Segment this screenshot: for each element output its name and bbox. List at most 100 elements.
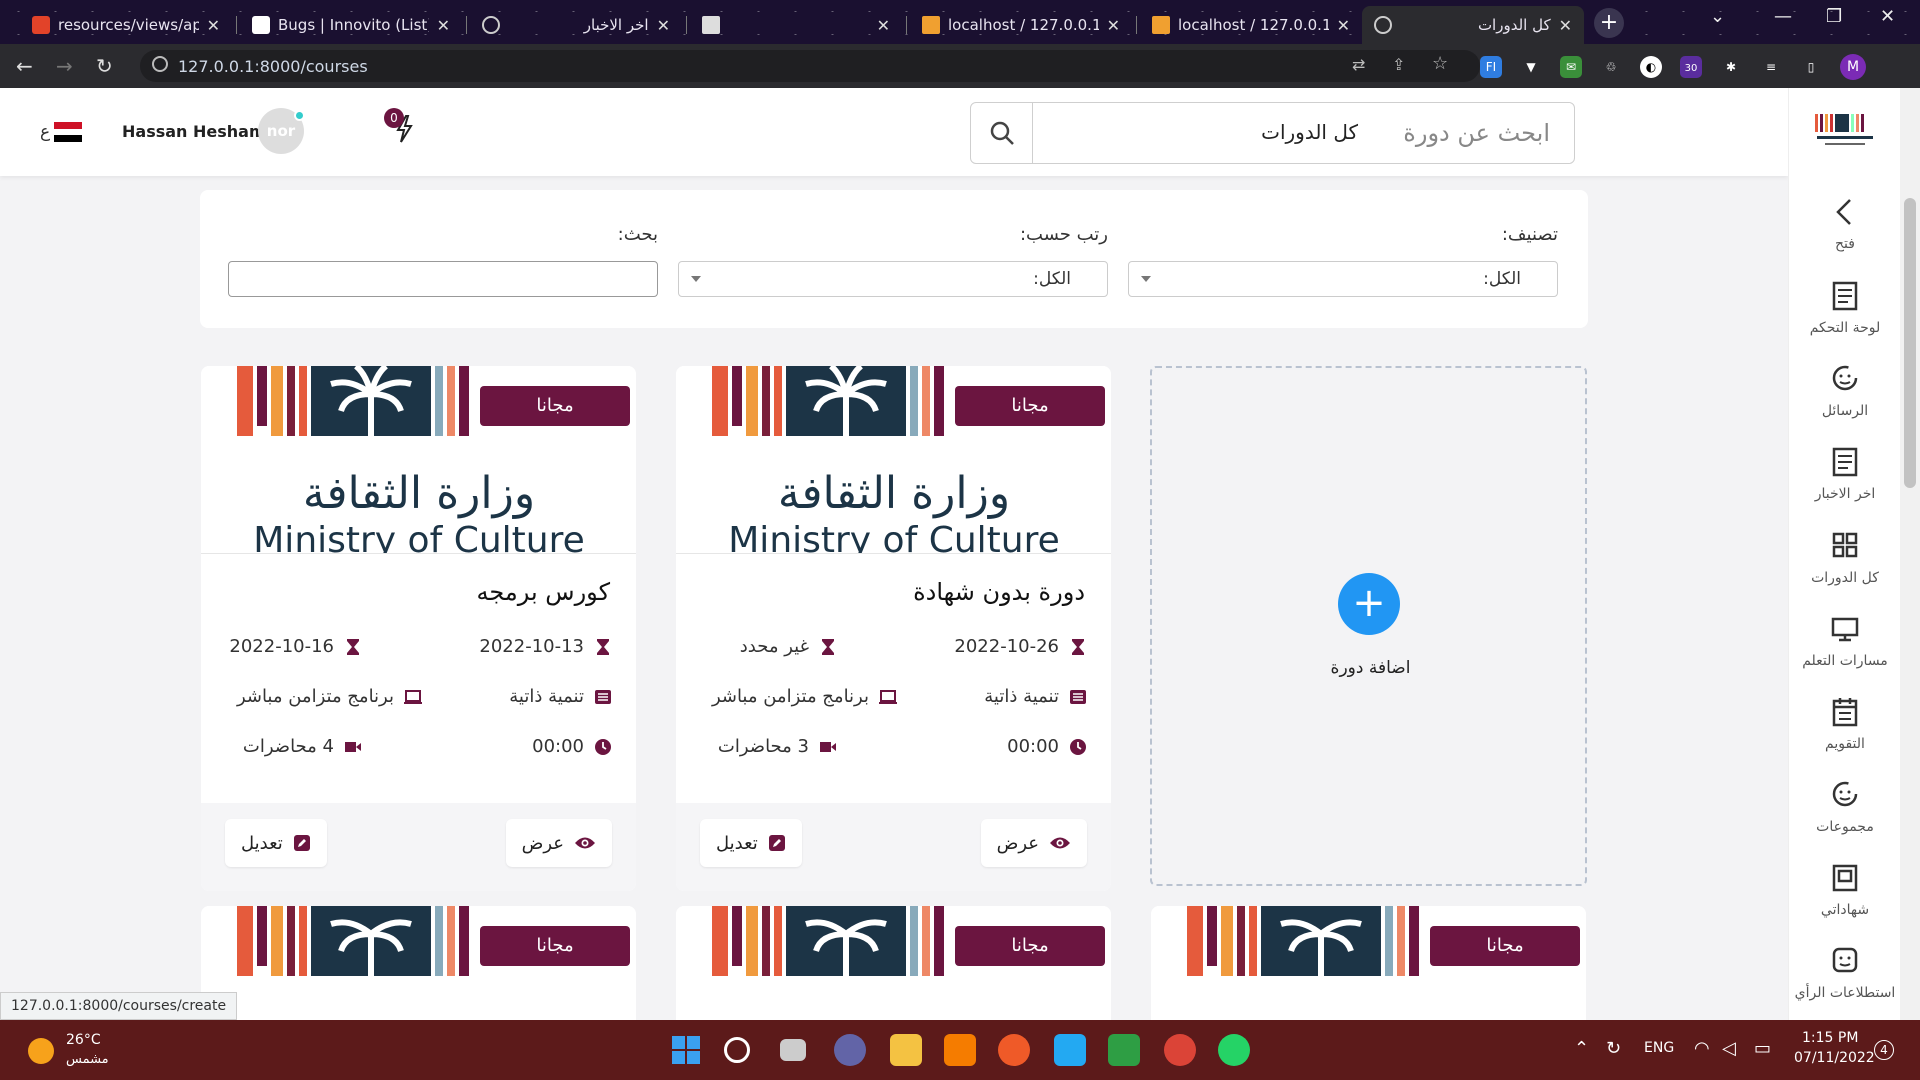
view-button[interactable]: عرض <box>505 819 612 867</box>
sidebar-item-all-courses[interactable]: كل الدورات <box>1789 530 1901 610</box>
file-explorer-icon[interactable] <box>890 1034 922 1066</box>
view-button[interactable]: عرض <box>980 819 1087 867</box>
add-course-button[interactable]: + <box>1338 573 1400 635</box>
tab-phpmyadmin-1[interactable]: localhost / 127.0.0.1 ✕ <box>910 6 1132 44</box>
new-tab-button[interactable]: + <box>1594 8 1624 38</box>
translate-icon[interactable]: ⇄ <box>1352 55 1365 74</box>
info-icon[interactable] <box>152 56 168 72</box>
start-windows-icon[interactable] <box>670 1034 702 1066</box>
course-title[interactable]: دورة بدون شهادة <box>913 578 1085 606</box>
sidebar-item-label: كل الدورات <box>1811 570 1879 586</box>
sidebar-item-label: لوحة التحكم <box>1809 320 1881 336</box>
url-text[interactable]: 127.0.0.1:8000/courses <box>178 57 368 76</box>
search-icon[interactable] <box>724 1037 750 1063</box>
tab-courses[interactable]: كل الدورات ✕ <box>1362 6 1584 44</box>
xampp-icon[interactable] <box>944 1034 976 1066</box>
close-icon[interactable]: ✕ <box>657 16 670 35</box>
vue-devtools-icon[interactable]: ▼ <box>1520 56 1542 78</box>
close-icon[interactable]: ✕ <box>207 16 220 35</box>
sidebar-item-surveys[interactable]: استطلاعات الرأي <box>1789 945 1901 1025</box>
forward-icon[interactable]: → <box>56 54 73 78</box>
tab-separator <box>1136 16 1137 34</box>
reading-list-icon[interactable]: ≡ <box>1760 56 1782 78</box>
tab-gitlab[interactable]: resources/views/app/ ✕ <box>20 6 232 44</box>
side-panel-icon[interactable]: ▯ <box>1800 56 1822 78</box>
task-view-icon[interactable] <box>780 1039 806 1061</box>
extension-icon[interactable]: ◐ <box>1640 56 1662 78</box>
course-card: وزارة الثقافة Ministry of Culture مجانا … <box>201 366 636 891</box>
sidebar-item-learning-paths[interactable]: مسارات التعلم <box>1789 613 1901 693</box>
sync-icon[interactable]: ↻ <box>1606 1038 1621 1059</box>
edit-button[interactable]: تعديل <box>225 819 327 867</box>
clock-icon <box>1070 738 1086 755</box>
chat-icon[interactable] <box>834 1034 866 1066</box>
sidebar-item-label: استطلاعات الرأي <box>1794 985 1896 1001</box>
tab-phpmyadmin-2[interactable]: localhost / 127.0.0.1 ✕ <box>1140 6 1362 44</box>
close-icon[interactable]: ✕ <box>1337 16 1350 35</box>
address-bar[interactable]: 127.0.0.1:8000/courses ⇄ ⇪ ☆ <box>140 50 1480 82</box>
search-button[interactable] <box>971 103 1033 163</box>
notification-center-badge[interactable]: 4 <box>1874 1040 1894 1060</box>
scrollbar[interactable] <box>1900 88 1920 1020</box>
sidebar-item-messages[interactable]: الرسائل <box>1789 363 1901 443</box>
app-icon <box>252 16 270 34</box>
minimize-icon[interactable]: — <box>1774 6 1792 27</box>
sidebar-item-groups[interactable]: مجموعات <box>1789 779 1901 859</box>
extension-badge-icon[interactable]: 30 <box>1680 56 1702 78</box>
bookmark-star-icon[interactable]: ☆ <box>1432 53 1448 74</box>
close-icon[interactable]: ✕ <box>1559 16 1572 35</box>
postman-icon[interactable] <box>998 1034 1030 1066</box>
extension-icon[interactable]: ♲ <box>1600 56 1622 78</box>
profile-avatar[interactable]: M <box>1840 54 1866 80</box>
reload-icon[interactable]: ↻ <box>96 54 113 78</box>
tab-news-2[interactable]: ✕ <box>690 6 902 44</box>
clock-time[interactable]: 1:15 PM <box>1802 1030 1858 1046</box>
whatsapp-icon[interactable] <box>1218 1034 1250 1066</box>
share-icon[interactable]: ⇪ <box>1392 55 1405 74</box>
language-toggle[interactable]: ع <box>40 122 50 142</box>
input-language[interactable]: ENG <box>1644 1040 1674 1056</box>
scrollbar-thumb[interactable] <box>1904 198 1916 488</box>
chrome-icon[interactable] <box>1164 1034 1196 1066</box>
extension-icon[interactable]: FI <box>1480 56 1502 78</box>
tab-search-icon[interactable]: ⌄ <box>1710 6 1725 27</box>
tab-news[interactable]: اخر الاخبار ✕ <box>470 6 682 44</box>
sidebar-item-open[interactable]: فتح <box>1789 196 1901 276</box>
weather-condition[interactable]: مشمس <box>66 1052 109 1067</box>
add-course-card[interactable]: + اضافة دورة <box>1150 366 1587 886</box>
filter-search-input[interactable] <box>228 261 658 297</box>
chevron-up-icon[interactable]: ⌃ <box>1574 1038 1589 1059</box>
tab-bugs[interactable]: Bugs | Innovito (List) ✕ <box>240 6 462 44</box>
messages-icon <box>1832 365 1858 391</box>
close-icon[interactable]: ✕ <box>877 16 890 35</box>
clock-date[interactable]: 07/11/2022 <box>1794 1050 1875 1066</box>
wifi-icon[interactable]: ◠ <box>1694 1038 1710 1059</box>
edit-button[interactable]: تعديل <box>700 819 802 867</box>
course-title[interactable]: كورس برمجه <box>477 578 610 606</box>
sidebar-item-certificates[interactable]: شهاداتي <box>1789 862 1901 942</box>
close-icon[interactable]: ✕ <box>1107 16 1120 35</box>
app-icon[interactable] <box>1108 1034 1140 1066</box>
sort-select[interactable]: الكل: <box>678 261 1108 297</box>
close-window-icon[interactable]: ✕ <box>1880 6 1895 27</box>
sidebar-item-dashboard[interactable]: لوحة التحكم <box>1789 280 1901 360</box>
restore-icon[interactable]: ❐ <box>1826 6 1842 27</box>
sidebar-item-news[interactable]: اخر الاخبار <box>1789 446 1901 526</box>
battery-icon[interactable]: ▭ <box>1754 1038 1771 1059</box>
back-icon[interactable]: ← <box>16 54 33 78</box>
end-date: غير محدد <box>739 636 809 657</box>
mail-extension-icon[interactable]: ✉ <box>1560 56 1582 78</box>
close-icon[interactable]: ✕ <box>437 16 450 35</box>
list-icon <box>595 689 611 704</box>
edit-icon <box>768 835 785 851</box>
puzzle-icon[interactable]: ✱ <box>1720 56 1742 78</box>
category-select[interactable]: الكل: <box>1128 261 1558 297</box>
egypt-flag-icon[interactable] <box>54 122 82 142</box>
volume-icon[interactable]: ◁ <box>1722 1038 1736 1059</box>
weather-temp[interactable]: 26°C <box>66 1032 101 1048</box>
weather-sun-icon[interactable] <box>28 1038 54 1064</box>
user-name[interactable]: Hassan Hesham <box>122 122 266 141</box>
vscode-icon[interactable] <box>1054 1034 1086 1066</box>
course-duration: 00:00 <box>1007 736 1059 757</box>
sidebar-item-calendar[interactable]: التقويم <box>1789 696 1901 776</box>
